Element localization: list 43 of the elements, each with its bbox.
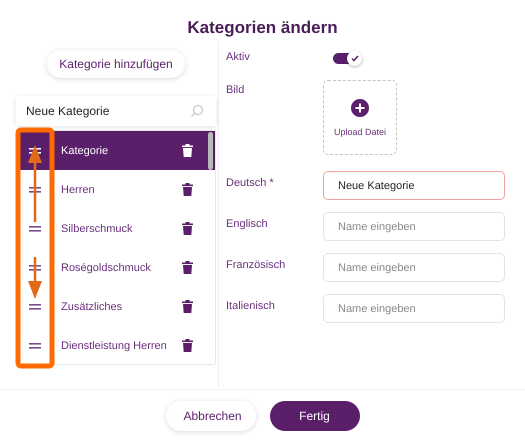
category-item[interactable]: Dienstleistung Herren xyxy=(17,326,215,365)
name-input[interactable]: Neue Kategorie xyxy=(323,171,505,200)
category-name: Kategorie xyxy=(61,144,110,156)
check-icon xyxy=(350,55,358,62)
drag-handle-icon[interactable] xyxy=(29,342,41,348)
category-item[interactable]: Herren xyxy=(17,170,215,209)
category-name: Silberschmuck xyxy=(61,222,134,234)
scrollbar[interactable] xyxy=(208,132,213,170)
cancel-button[interactable]: Abbrechen xyxy=(166,400,256,430)
drag-handle-icon[interactable] xyxy=(29,226,41,232)
trash-icon[interactable] xyxy=(182,339,193,352)
field-label: Englisch xyxy=(226,218,269,230)
done-button[interactable]: Fertig xyxy=(270,400,360,430)
search-field[interactable]: Neue Kategorie xyxy=(16,96,216,126)
field-label: Bild xyxy=(226,83,246,96)
plus-icon xyxy=(351,98,369,116)
field-label: Aktiv xyxy=(226,50,251,63)
search-icon xyxy=(190,104,204,118)
trash-icon[interactable] xyxy=(182,183,193,196)
category-name: Roségoldschmuck xyxy=(61,262,152,274)
field-label: Italienisch xyxy=(226,300,276,312)
drag-handle-icon[interactable] xyxy=(29,264,41,270)
upload-button[interactable]: Upload Datei xyxy=(323,80,397,155)
drag-handle-icon[interactable] xyxy=(29,304,41,310)
category-name: Herren xyxy=(61,184,96,196)
category-item[interactable]: Zusätzliches xyxy=(17,287,215,326)
name-input[interactable]: Name eingeben xyxy=(323,294,505,323)
drag-handle-icon[interactable] xyxy=(29,186,41,192)
name-input[interactable]: Name eingeben xyxy=(323,212,505,241)
category-name: Dienstleistung Herren xyxy=(61,340,168,352)
category-name: Zusätzliches xyxy=(61,300,124,312)
category-item[interactable]: Roségoldschmuck xyxy=(17,248,215,287)
trash-icon[interactable] xyxy=(182,222,193,235)
trash-icon[interactable] xyxy=(182,300,193,313)
field-label: Deutsch * xyxy=(226,176,275,188)
field-label: Französisch xyxy=(226,258,286,270)
trash-icon[interactable] xyxy=(182,261,193,274)
active-toggle[interactable] xyxy=(333,53,359,64)
add-category-button[interactable]: Kategorie hinzufügen xyxy=(47,50,185,78)
trash-icon[interactable] xyxy=(182,144,193,157)
category-item[interactable]: Silberschmuck xyxy=(17,209,215,248)
name-input[interactable]: Name eingeben xyxy=(323,253,505,282)
dialog-title: Kategorien ändern xyxy=(186,17,339,39)
